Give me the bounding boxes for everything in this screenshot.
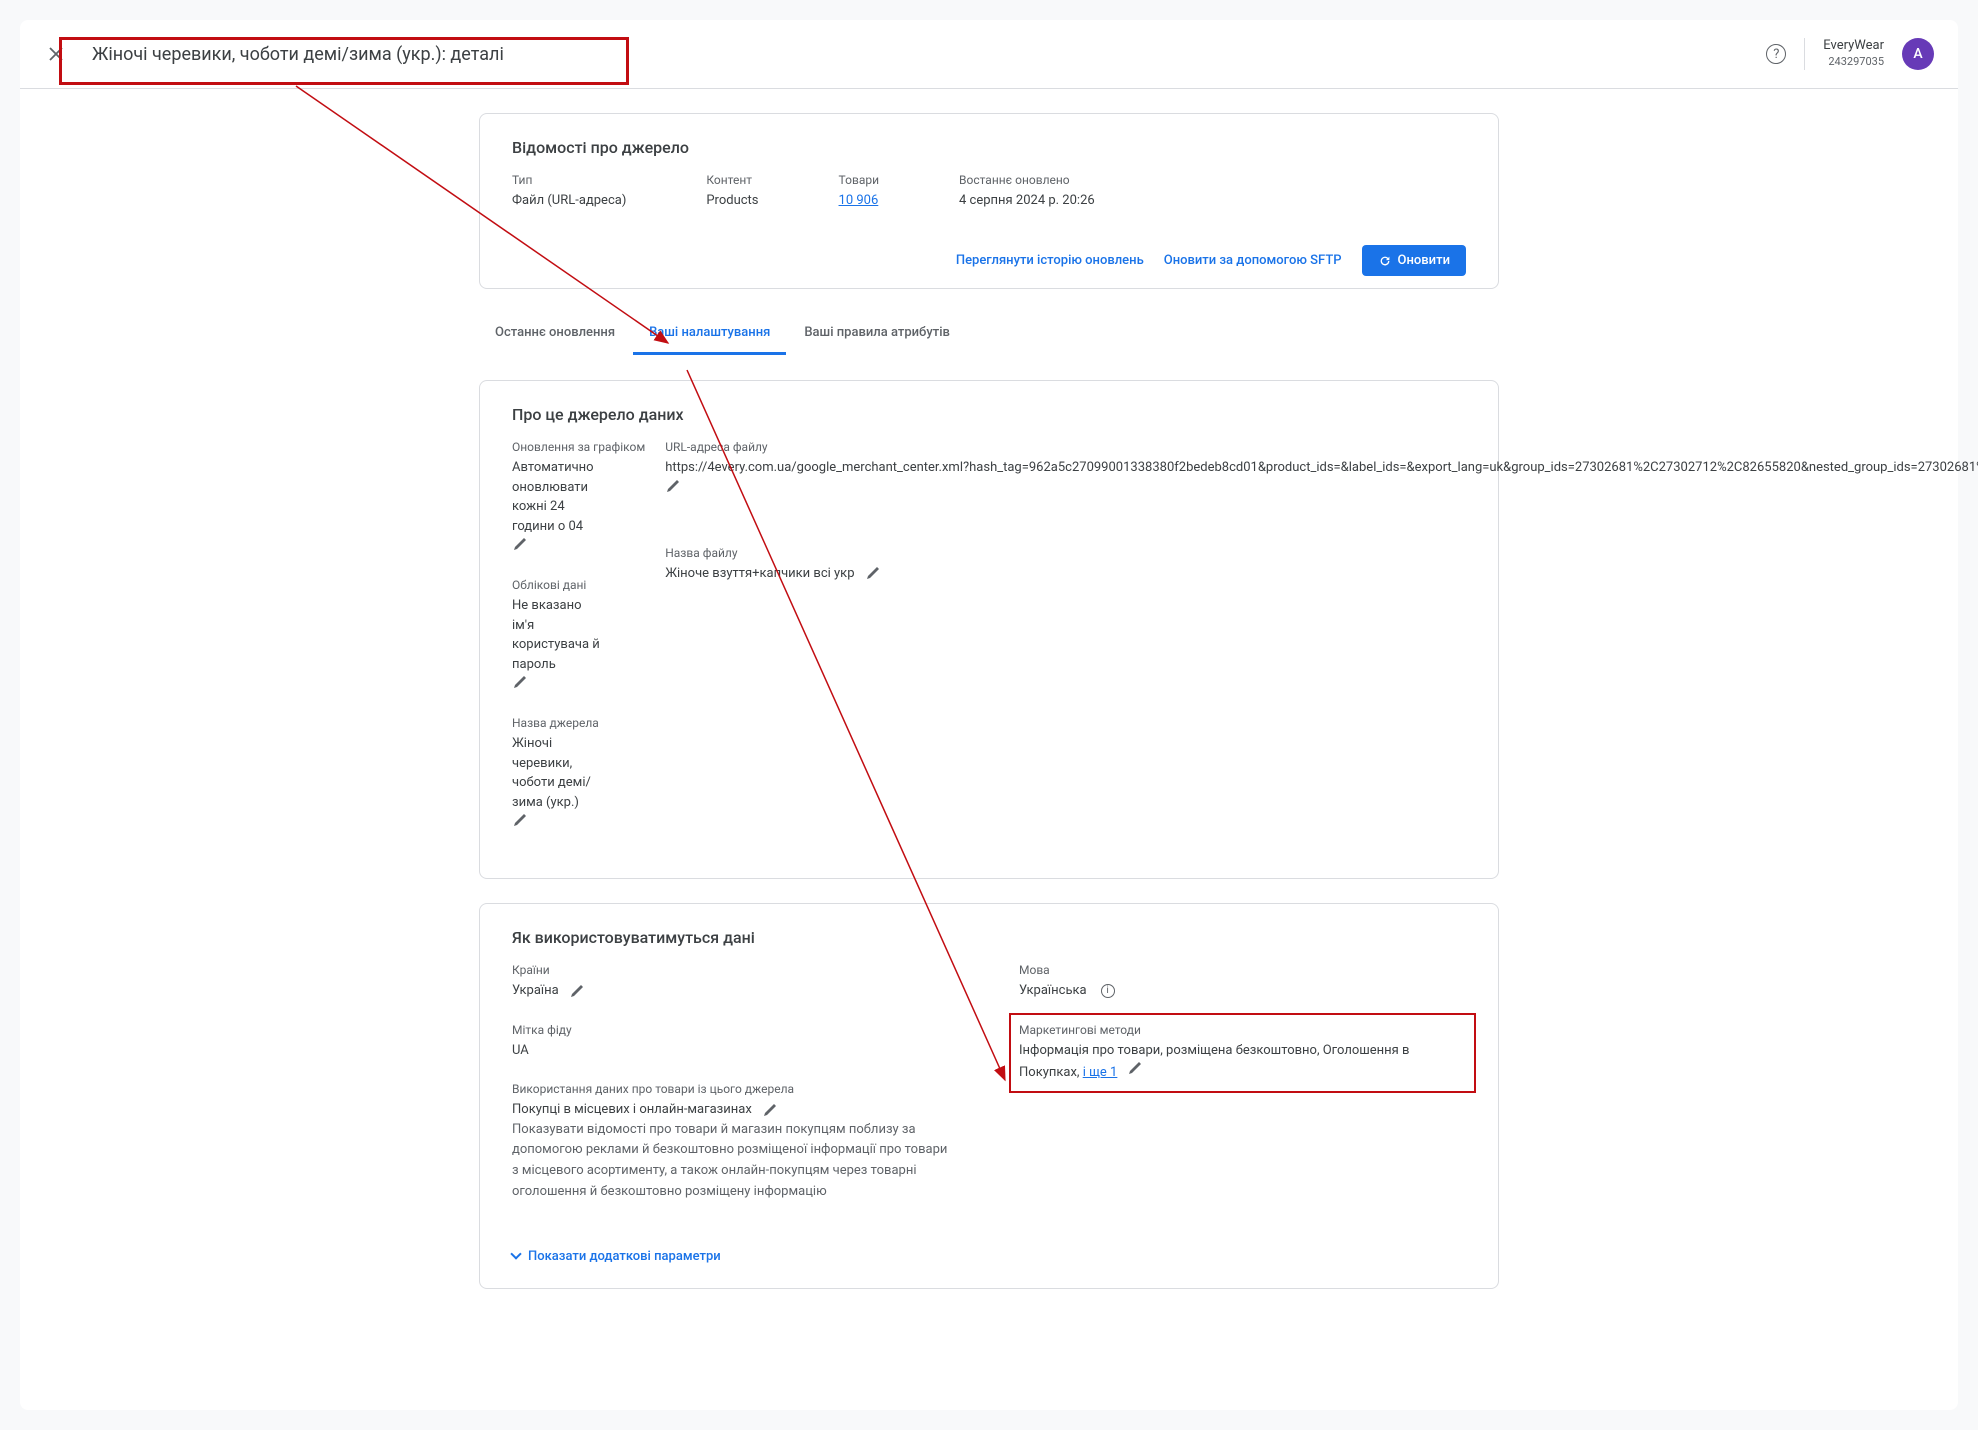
filename-value: Жіноче взуття+капчики всі укр [665, 564, 854, 584]
schedule-value: Автоматично оновлювати кожні 24 години о… [512, 458, 602, 536]
marketing-more-link[interactable]: і ще 1 [1083, 1065, 1118, 1080]
feedlabel-value: UA [512, 1041, 959, 1061]
account-id: 243297035 [1823, 55, 1884, 69]
url-label: URL-адреса файлу [665, 440, 1466, 454]
account-info[interactable]: EveryWear 243297035 [1823, 38, 1884, 69]
tab-your-settings[interactable]: Ваші налаштування [633, 313, 786, 355]
type-label: Тип [512, 173, 626, 187]
updated-label: Востаннє оновлено [959, 173, 1095, 187]
pencil-icon[interactable] [512, 674, 528, 690]
source-updated: Востаннє оновлено 4 серпня 2024 р. 20:26 [959, 173, 1095, 208]
sourcename-label: Назва джерела [512, 716, 645, 730]
language-value: Українська [1019, 981, 1087, 1001]
page-title: Жіночі черевики, чоботи демі/зима (укр.)… [92, 44, 504, 65]
history-button[interactable]: Переглянути історію оновлень [956, 253, 1144, 268]
source-actions: Переглянути історію оновлень Оновити за … [480, 232, 1498, 288]
products-label: Товари [839, 173, 879, 187]
updated-value: 4 серпня 2024 р. 20:26 [959, 193, 1095, 208]
tabs: Останнє оновлення Ваші налаштування Ваші… [479, 313, 1499, 356]
marketing-label: Маркетингові методи [1019, 1023, 1466, 1037]
source-info-card: Відомості про джерело Тип Файл (URL-адре… [479, 113, 1499, 289]
source-type: Тип Файл (URL-адреса) [512, 173, 626, 208]
countries-label: Країни [512, 963, 959, 977]
content-value: Products [706, 193, 758, 208]
creds-value: Не вказано ім'я користувача й пароль [512, 596, 602, 674]
marketing-text: Інформація про товари, розміщена безкошт… [1019, 1043, 1409, 1081]
datausage-desc: Показувати відомості про товари й магази… [512, 1120, 952, 1203]
sourcename-value: Жіночі черевики, чоботи демі/зима (укр.) [512, 734, 602, 812]
content-area: Відомості про джерело Тип Файл (URL-адре… [479, 89, 1499, 1353]
usage-title: Як використовуватимуться дані [512, 928, 1466, 947]
sftp-button[interactable]: Оновити за допомогою SFTP [1164, 253, 1342, 268]
avatar[interactable]: A [1902, 38, 1934, 70]
pencil-icon[interactable] [1127, 1060, 1143, 1076]
creds-label: Облікові дані [512, 578, 645, 592]
account-name: EveryWear [1823, 38, 1884, 55]
close-button[interactable] [44, 42, 68, 66]
pencil-icon[interactable] [865, 565, 881, 581]
usage-card: Як використовуватимуться дані Країни Укр… [479, 903, 1499, 1289]
marketing-value: Інформація про товари, розміщена безкошт… [1019, 1041, 1419, 1083]
pencil-icon[interactable] [512, 812, 528, 828]
pencil-icon[interactable] [512, 536, 528, 552]
source-card-title: Відомості про джерело [512, 138, 1466, 157]
schedule-label: Оновлення за графіком [512, 440, 645, 454]
tab-attribute-rules[interactable]: Ваші правила атрибутів [788, 313, 966, 355]
pencil-icon[interactable] [762, 1102, 778, 1118]
pencil-icon[interactable] [569, 983, 585, 999]
source-products: Товари 10 906 [839, 173, 879, 208]
header-left: Жіночі черевики, чоботи демі/зима (укр.)… [44, 42, 504, 66]
countries-value: Україна [512, 981, 559, 1001]
settings-title: Про це джерело даних [512, 405, 1466, 424]
refresh-icon [1378, 254, 1392, 268]
help-icon[interactable]: ? [1766, 44, 1786, 64]
page-header: Жіночі черевики, чоботи демі/зима (укр.)… [20, 20, 1958, 89]
tab-last-update[interactable]: Останнє оновлення [479, 313, 631, 355]
refresh-label: Оновити [1398, 253, 1450, 268]
products-link[interactable]: 10 906 [839, 193, 879, 208]
header-right: ? EveryWear 243297035 A [1766, 38, 1934, 70]
type-value: Файл (URL-адреса) [512, 193, 626, 208]
close-icon [48, 46, 64, 62]
settings-card: Про це джерело даних Оновлення за графік… [479, 380, 1499, 879]
pencil-icon[interactable] [665, 478, 681, 494]
chevron-down-icon [510, 1249, 521, 1260]
datausage-value: Покупці в місцевих і онлайн-магазинах [512, 1100, 752, 1120]
datausage-label: Використання даних про товари із цього д… [512, 1082, 959, 1096]
info-icon[interactable]: i [1101, 984, 1115, 998]
filename-label: Назва файлу [665, 546, 1466, 560]
language-label: Мова [1019, 963, 1466, 977]
show-more-button[interactable]: Показати додаткові параметри [480, 1249, 1498, 1288]
show-more-label: Показати додаткові параметри [528, 1249, 721, 1264]
source-content: Контент Products [706, 173, 758, 208]
feedlabel-label: Мітка фіду [512, 1023, 959, 1037]
url-value: https://4every.com.ua/google_merchant_ce… [665, 458, 1978, 478]
content-label: Контент [706, 173, 758, 187]
refresh-button[interactable]: Оновити [1362, 245, 1466, 276]
divider [1804, 38, 1805, 70]
